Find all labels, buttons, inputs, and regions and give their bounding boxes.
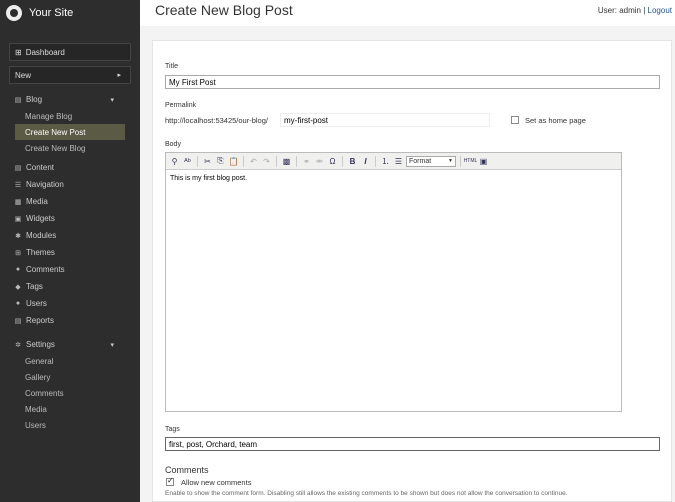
bullet-list-icon[interactable]: ☰ — [393, 156, 404, 167]
themes-icon: ⊞ — [15, 249, 21, 257]
sidebar-subitem-media[interactable]: Media — [0, 401, 140, 417]
sidebar-item-blog[interactable]: ▤ Blog ▾ — [0, 91, 140, 108]
user-bar: User: admin | Logout — [598, 6, 672, 15]
format-select[interactable]: Format ▼ — [406, 155, 456, 167]
sidebar-item-label: Tags — [26, 282, 43, 291]
sidebar-item-label: New — [15, 70, 32, 80]
sidebar-item-widgets[interactable]: ▣ Widgets — [0, 210, 140, 227]
orchard-logo-icon — [6, 5, 22, 21]
italic-icon[interactable]: I — [360, 156, 371, 167]
numbered-list-icon[interactable]: ⒈ — [380, 156, 391, 167]
sidebar-item-comments[interactable]: ● Comments — [0, 261, 140, 278]
current-user: User: admin | — [597, 6, 646, 15]
chevron-right-icon: ▸ — [117, 72, 121, 79]
allow-comments-label: Allow new comments — [181, 478, 252, 487]
tags-input[interactable]: first, post, Orchard, team — [165, 437, 660, 451]
sidebar-item-settings[interactable]: ✲ Settings ▾ — [0, 336, 140, 353]
sidebar-item-themes[interactable]: ⊞ Themes — [0, 244, 140, 261]
user-icon: ● — [15, 300, 21, 307]
comments-heading: Comments — [165, 465, 209, 475]
bold-icon[interactable]: B — [347, 156, 358, 167]
media-icon: ▦ — [14, 198, 22, 206]
sidebar-item-modules[interactable]: ✱ Modules — [0, 227, 140, 244]
document-icon: ▤ — [14, 164, 22, 172]
sidebar-item-new[interactable]: New ▸ — [9, 66, 131, 84]
sidebar-subitem-general[interactable]: General — [0, 353, 140, 369]
sidebar-item-content[interactable]: ▤ Content — [0, 159, 140, 176]
sidebar-subitem-manage-blog[interactable]: Manage Blog — [0, 108, 140, 124]
sidebar-item-label: Blog — [26, 95, 43, 104]
sidebar-item-label: Media — [26, 197, 48, 206]
paste-icon[interactable]: 📋 — [228, 156, 239, 167]
link-icon[interactable]: ⚭ — [301, 156, 312, 167]
sidebar-item-label: Comments — [26, 265, 65, 274]
sidebar-item-media[interactable]: ▦ Media — [0, 193, 140, 210]
sidebar-item-navigation[interactable]: ☰ Navigation — [0, 176, 140, 193]
insert-image-icon[interactable]: ▩ — [281, 156, 292, 167]
widgets-icon: ▣ — [14, 215, 22, 223]
home-page-label: Set as home page — [525, 116, 586, 125]
tags-label: Tags — [165, 426, 180, 433]
sidebar-item-label: Reports — [26, 316, 55, 325]
allow-comments-checkbox[interactable] — [166, 476, 174, 486]
title-label: Title — [165, 63, 178, 70]
sidebar-item-reports[interactable]: ▤ Reports — [0, 312, 140, 329]
permalink-input[interactable]: my-first-post — [280, 113, 490, 127]
body-label: Body — [165, 141, 181, 148]
sidebar-subitem-create-new-post[interactable]: Create New Post — [15, 124, 125, 140]
home-page-checkbox[interactable] — [511, 116, 519, 124]
report-icon: ▤ — [14, 317, 22, 325]
speech-bubble-icon: ● — [15, 266, 21, 273]
sidebar-subitem-comments[interactable]: Comments — [0, 385, 140, 401]
undo-icon[interactable]: ↶ — [248, 156, 259, 167]
puzzle-icon: ✱ — [15, 232, 21, 240]
media-insert-icon[interactable]: ▣ — [478, 156, 489, 167]
sidebar-item-tags[interactable]: ◆ Tags — [0, 278, 140, 295]
sidebar-item-label: Navigation — [26, 180, 64, 189]
sidebar-subitem-users[interactable]: Users — [0, 417, 140, 433]
sidebar-item-dashboard[interactable]: ⊞ Dashboard — [9, 43, 131, 61]
site-brand[interactable]: Your Site — [0, 0, 140, 26]
sidebar-item-label: Settings — [26, 340, 55, 349]
gear-icon: ✲ — [15, 341, 21, 349]
permalink-prefix: http://localhost:53425/our-blog/ — [165, 116, 268, 125]
site-name: Your Site — [29, 7, 74, 19]
permalink-label: Permalink — [165, 102, 197, 109]
sidebar-subitem-gallery[interactable]: Gallery — [0, 369, 140, 385]
editor-content[interactable]: This is my first blog post. — [166, 170, 621, 187]
copy-icon[interactable]: ⎘ — [215, 156, 226, 167]
unlink-icon[interactable]: ⚮ — [314, 156, 325, 167]
rich-text-editor[interactable]: ⚲ ᴬᵇ ✂ ⎘ 📋 ↶ ↷ ▩ ⚭ ⚮ Ω B I ⒈ ☰ Format ▼ … — [165, 152, 622, 412]
sidebar-subitem-create-new-blog[interactable]: Create New Blog — [0, 140, 140, 156]
comments-hint: Enable to show the comment form. Disabli… — [165, 490, 568, 497]
admin-sidebar: Your Site ⊞ Dashboard New ▸ ▤ Blog ▾ Mana… — [0, 0, 140, 502]
format-select-label: Format — [409, 157, 432, 165]
dropdown-arrow-icon: ▼ — [448, 158, 453, 164]
list-icon: ☰ — [14, 181, 22, 189]
title-input[interactable]: My First Post — [165, 75, 660, 89]
grid-icon: ⊞ — [15, 47, 22, 57]
sidebar-item-label: Widgets — [26, 214, 55, 223]
page-title: Create New Blog Post — [155, 2, 293, 18]
document-icon: ▤ — [14, 96, 22, 104]
sidebar-item-label: Users — [26, 299, 47, 308]
editor-toolbar: ⚲ ᴬᵇ ✂ ⎘ 📋 ↶ ↷ ▩ ⚭ ⚮ Ω B I ⒈ ☰ Format ▼ … — [166, 153, 621, 170]
html-source-icon[interactable]: HTML — [464, 156, 478, 167]
find-icon[interactable]: ⚲ — [169, 156, 180, 167]
tag-icon: ◆ — [15, 283, 21, 291]
sidebar-item-label: Modules — [26, 231, 57, 240]
sidebar-item-label: Dashboard — [25, 47, 65, 57]
logout-link[interactable]: Logout — [648, 6, 672, 15]
cut-icon[interactable]: ✂ — [202, 156, 213, 167]
chevron-down-icon: ▾ — [110, 341, 114, 349]
redo-icon[interactable]: ↷ — [261, 156, 272, 167]
sidebar-item-label: Themes — [26, 248, 55, 257]
sidebar-item-label: Content — [26, 163, 55, 172]
replace-icon[interactable]: ᴬᵇ — [182, 156, 193, 167]
chevron-down-icon: ▾ — [110, 96, 114, 104]
sidebar-item-users[interactable]: ● Users — [0, 295, 140, 312]
special-character-icon[interactable]: Ω — [327, 156, 338, 167]
